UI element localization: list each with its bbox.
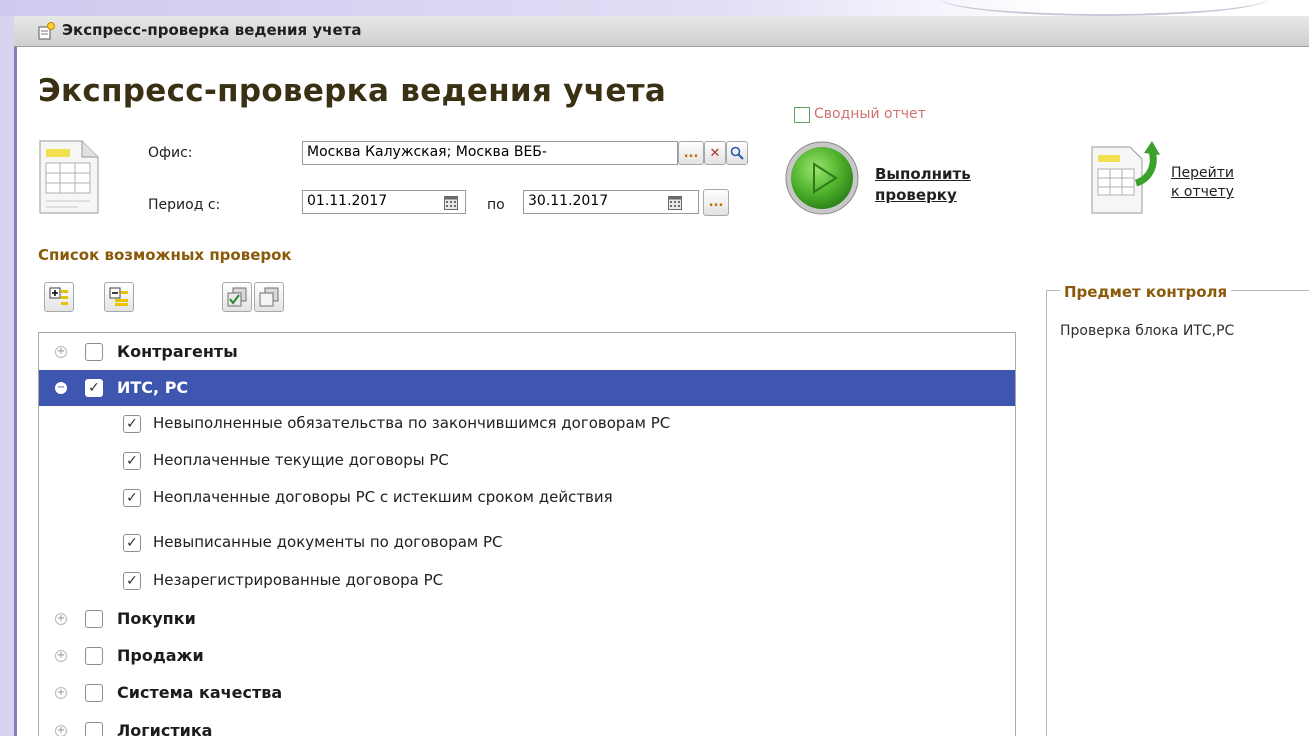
summary-report-label[interactable]: Сводный отчет [814, 106, 926, 122]
uncheck-all-button[interactable] [254, 282, 284, 312]
tree-group-row[interactable]: + Контрагенты [39, 334, 1015, 370]
item-label: Невыписанные документы по договорам РС [153, 533, 503, 551]
collapse-icon[interactable]: − [55, 382, 67, 394]
calendar-icon[interactable] [668, 195, 682, 214]
checks-tree[interactable]: + Контрагенты − ✓ ИТС, РС ✓ Невыполненны… [38, 332, 1016, 736]
period-select-button[interactable]: ... [703, 189, 729, 216]
item-checkbox-checked[interactable]: ✓ [123, 534, 141, 552]
document-icon [38, 139, 100, 215]
tree-group-row[interactable]: + Покупки [39, 601, 1015, 637]
play-icon[interactable] [784, 140, 860, 216]
collapse-all-icon [109, 287, 128, 306]
office-label: Офис: [148, 145, 193, 161]
expand-icon[interactable]: + [55, 687, 67, 699]
check-all-button[interactable] [222, 282, 252, 312]
group-checkbox[interactable] [85, 647, 103, 665]
item-label: Незарегистрированные договора РС [153, 571, 444, 589]
run-check-line2: проверку [875, 186, 957, 204]
control-subject-title: Предмет контроля [1060, 283, 1232, 301]
period-from-field[interactable]: 01.11.2017 [302, 190, 466, 214]
expand-icon[interactable]: + [55, 346, 67, 358]
ellipsis-icon: ... [683, 145, 699, 161]
expand-icon[interactable]: + [55, 725, 67, 736]
expand-all-icon [49, 287, 68, 305]
clear-icon: ✕ [709, 145, 721, 161]
office-clear-button[interactable]: ✕ [704, 141, 726, 165]
item-label: Невыполненные обязательства по закончивш… [153, 414, 671, 432]
summary-report-checkbox[interactable] [794, 107, 810, 123]
period-label: Период с: [148, 197, 221, 213]
tree-item-row[interactable]: ✓ Невыписанные документы по договорам РС [39, 525, 1015, 561]
go-to-report-link[interactable]: Перейти к отчету [1171, 164, 1234, 202]
period-to-label: по [487, 197, 505, 213]
run-check-link[interactable]: Выполнить проверку [875, 164, 971, 206]
form-icon [38, 22, 56, 40]
office-select-button[interactable]: ... [678, 141, 704, 165]
tree-group-row[interactable]: + Логистика [39, 713, 1015, 736]
control-subject-text: Проверка блока ИТС,РС [1060, 323, 1235, 339]
page-title: Экспресс-проверка ведения учета [38, 73, 667, 109]
tree-group-row[interactable]: + Продажи [39, 638, 1015, 674]
tree-group-row[interactable]: + Система качества [39, 675, 1015, 711]
ellipsis-icon: ... [708, 195, 724, 210]
group-label: Продажи [117, 646, 204, 665]
check-all-icon [227, 287, 247, 307]
go-to-report-line1: Перейти [1171, 165, 1234, 181]
search-icon [730, 146, 744, 160]
group-checkbox[interactable] [85, 684, 103, 702]
control-subject-panel [1046, 290, 1309, 736]
go-to-report-line2: к отчету [1171, 184, 1234, 200]
item-checkbox-checked[interactable]: ✓ [123, 415, 141, 433]
group-checkbox-checked[interactable]: ✓ [85, 379, 103, 397]
tree-item-row[interactable]: ✓ Неоплаченные текущие договоры РС [39, 443, 1015, 479]
tree-item-row[interactable]: ✓ Незарегистрированные договора РС [39, 563, 1015, 599]
collapse-all-button[interactable] [104, 282, 134, 312]
window-title: Экспресс-проверка ведения учета [62, 21, 362, 39]
expand-icon[interactable]: + [55, 613, 67, 625]
expand-all-button[interactable] [44, 282, 74, 312]
group-checkbox[interactable] [85, 722, 103, 736]
tree-item-row[interactable]: ✓ Неоплаченные договоры РС с истекшим ср… [39, 480, 1015, 516]
group-label: Логистика [117, 721, 213, 736]
group-label: Покупки [117, 609, 196, 628]
office-field[interactable]: Москва Калужская; Москва ВЕБ- [302, 141, 678, 165]
group-label: Контрагенты [117, 342, 238, 361]
item-checkbox-checked[interactable]: ✓ [123, 572, 141, 590]
uncheck-all-icon [259, 287, 279, 307]
item-checkbox-checked[interactable]: ✓ [123, 489, 141, 507]
group-label: ИТС, РС [117, 378, 189, 397]
calendar-icon[interactable] [444, 195, 458, 214]
expand-icon[interactable]: + [55, 650, 67, 662]
group-checkbox[interactable] [85, 610, 103, 628]
checks-section-title: Список возможных проверок [38, 246, 292, 264]
report-icon[interactable] [1090, 139, 1162, 215]
item-label: Неоплаченные договоры РС с истекшим срок… [153, 488, 613, 506]
group-label: Система качества [117, 683, 283, 702]
tree-group-row-selected[interactable]: − ✓ ИТС, РС [39, 370, 1015, 406]
tree-item-row[interactable]: ✓ Невыполненные обязательства по закончи… [39, 406, 1015, 442]
item-label: Неоплаченные текущие договоры РС [153, 451, 449, 469]
item-checkbox-checked[interactable]: ✓ [123, 452, 141, 470]
group-checkbox[interactable] [85, 343, 103, 361]
run-check-line1: Выполнить [875, 165, 971, 183]
office-search-button[interactable] [726, 141, 748, 165]
